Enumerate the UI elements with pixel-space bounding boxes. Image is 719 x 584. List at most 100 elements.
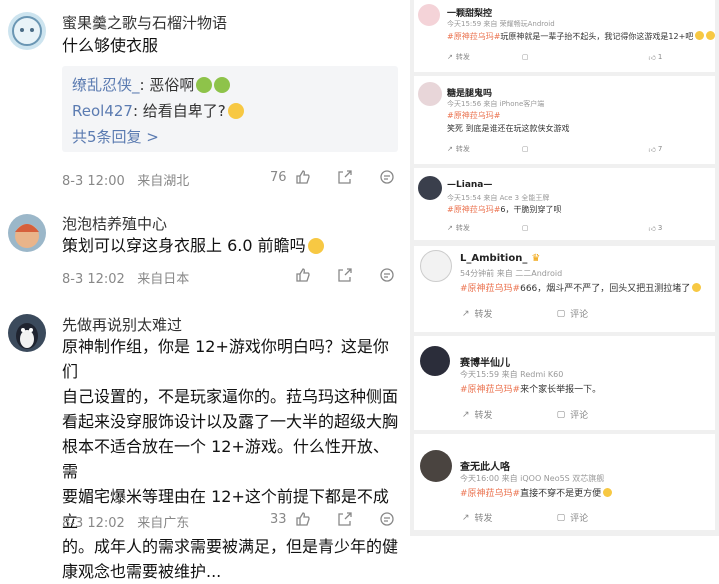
comment-date: 8-3 12:02 bbox=[62, 516, 125, 531]
comment-icon[interactable] bbox=[377, 509, 397, 529]
thumbs-up-icon[interactable] bbox=[293, 265, 313, 285]
comment-username[interactable]: L_Ambition_ ♛ bbox=[460, 253, 540, 264]
comment-icon[interactable]: ▢ bbox=[557, 513, 566, 523]
comment-body: 666，烟斗严不严了，回头又把丑测拉堵了 bbox=[520, 284, 691, 294]
comment-card: 赛博半仙儿 今天15:59 来自 Redmi K60 #原神菈乌玛#来个家长举报… bbox=[414, 336, 715, 430]
reply-separator: : bbox=[132, 102, 143, 120]
reply-username[interactable]: 缭乱忍侠_ bbox=[72, 76, 140, 94]
topic-tag[interactable]: #原神菈乌玛# bbox=[447, 111, 500, 120]
comment-label[interactable]: 评论 bbox=[570, 307, 588, 320]
comment-text: #原神菈乌玛# bbox=[447, 110, 500, 121]
repost-label[interactable]: 转发 bbox=[456, 52, 470, 62]
share-icon[interactable] bbox=[335, 509, 355, 529]
avatar[interactable] bbox=[8, 314, 46, 352]
comment-meta: 8-3 12:02 来自广东 bbox=[62, 512, 189, 531]
comment-meta: 今天16:00 来自 iQOO Neo5S 双芯旗舰 bbox=[460, 474, 605, 483]
comment-card: 一颗甜梨控 今天15:59 来自 荣耀畅玩Android #原神菈乌玛#玩原神就… bbox=[414, 0, 716, 72]
thumbs-up-icon[interactable]: 👍︎ bbox=[649, 53, 656, 62]
avatar[interactable] bbox=[8, 214, 46, 252]
reply-text: 恶俗啊 bbox=[149, 76, 195, 94]
topic-tag[interactable]: #原神菈乌玛# bbox=[460, 385, 520, 395]
comment-actions: ↗ 转发 ▢ 👍︎ 1 bbox=[447, 52, 662, 62]
comment-meta: 今天15:59 来自 Redmi K60 bbox=[460, 370, 564, 379]
comment-text-line: 康观念也需要被维护... bbox=[62, 562, 222, 581]
repost-icon[interactable]: ↗ bbox=[447, 53, 453, 61]
comment-username[interactable]: 先做再说别太难过 bbox=[62, 314, 182, 335]
comment-text-line: 根本不适合放在一个 12+游戏。什么性开放、需 bbox=[62, 437, 389, 481]
repost-label[interactable]: 转发 bbox=[475, 408, 493, 421]
comment-username[interactable]: 糖是腿鬼吗 bbox=[447, 86, 492, 99]
comment-actions: ↗ 转发 ▢ 👍︎ 7 bbox=[447, 144, 662, 154]
thumbs-up-icon[interactable]: 👍︎ bbox=[649, 224, 656, 233]
repost-icon[interactable]: ↗ bbox=[447, 145, 453, 153]
share-icon[interactable] bbox=[335, 167, 355, 187]
share-icon[interactable] bbox=[335, 265, 355, 285]
comment-meta: 8-3 12:00 来自湖北 bbox=[62, 170, 189, 189]
comment-icon[interactable] bbox=[377, 167, 397, 187]
repost-icon[interactable]: ↗ bbox=[447, 224, 453, 232]
comment-card: 糖是腿鬼吗 今天15:56 来自 iPhone客户端 #原神菈乌玛# 笑死 到底… bbox=[414, 76, 715, 164]
comment-meta: 8-3 12:02 来自日本 bbox=[62, 268, 189, 287]
avatar[interactable] bbox=[418, 176, 442, 200]
comment-text: 什么够使衣服 bbox=[62, 36, 159, 55]
crown-icon: ♛ bbox=[531, 253, 541, 264]
comment-body: 直接不穿不是更方便 bbox=[520, 489, 602, 499]
thumbs-up-emoji-icon bbox=[307, 238, 324, 254]
comment-username[interactable]: 泡泡桔养殖中心 bbox=[62, 213, 167, 234]
view-replies-link[interactable]: 共5条回复 > bbox=[72, 126, 159, 147]
repost-label[interactable]: 转发 bbox=[456, 223, 470, 233]
comment-icon[interactable]: ▢ bbox=[522, 224, 529, 232]
comment-icon[interactable]: ▢ bbox=[522, 145, 529, 153]
comment-text: 原神制作组，你是 12+游戏你明白吗？这是你们 自己设置的，不是玩家逼你的。菈乌… bbox=[62, 334, 402, 584]
comment-actions: 76 bbox=[270, 167, 397, 187]
comment-text-line: 看起来没穿服饰设计以及露了一大半的超级大胸 bbox=[62, 412, 399, 431]
comment-icon[interactable]: ▢ bbox=[557, 309, 566, 319]
topic-tag[interactable]: #原神菈乌玛# bbox=[447, 32, 500, 41]
comment-meta: 今天15:54 来自 Ace 3 全能王牌 bbox=[447, 194, 550, 202]
crying-emoji-icon bbox=[603, 488, 613, 497]
comment-location: 来自广东 bbox=[137, 516, 190, 531]
comment-username[interactable]: 一颗甜梨控 bbox=[447, 6, 492, 19]
repost-label[interactable]: 转发 bbox=[475, 307, 493, 320]
like-count: 33 bbox=[270, 511, 287, 527]
comment-username[interactable]: —Liana— bbox=[447, 180, 492, 190]
avatar[interactable] bbox=[420, 250, 452, 282]
repost-icon[interactable]: ↗ bbox=[462, 513, 470, 523]
topic-tag[interactable]: #原神菈乌玛# bbox=[447, 205, 500, 214]
avatar[interactable] bbox=[418, 82, 442, 106]
reply-username[interactable]: Reol427 bbox=[72, 102, 133, 120]
topic-tag[interactable]: #原神菈乌玛# bbox=[460, 284, 520, 294]
repost-label[interactable]: 转发 bbox=[456, 144, 470, 154]
comment-icon[interactable] bbox=[377, 265, 397, 285]
comment-text-line: 自己设置的，不是玩家逼你的。菈乌玛这种侧面 bbox=[62, 387, 399, 406]
comment-username[interactable]: 蜜果羹之歌与石榴汁物语 bbox=[62, 12, 227, 33]
comment-icon[interactable]: ▢ bbox=[522, 53, 529, 61]
like-count: 76 bbox=[270, 169, 287, 185]
avatar[interactable] bbox=[8, 12, 46, 50]
thumbs-up-icon[interactable] bbox=[293, 509, 313, 529]
username-text: L_Ambition_ bbox=[460, 253, 528, 264]
repost-icon[interactable]: ↗ bbox=[462, 309, 470, 319]
avatar[interactable] bbox=[420, 450, 452, 482]
comment-meta: 54分钟前 来自 二二Android bbox=[460, 269, 563, 278]
reply-preview: 缭乱忍侠_: 恶俗啊 Reol427: 给看自卑了? 共5条回复 > bbox=[62, 66, 398, 152]
avatar[interactable] bbox=[418, 4, 440, 26]
avatar[interactable] bbox=[420, 346, 450, 376]
repost-label[interactable]: 转发 bbox=[475, 511, 493, 524]
comment-text: #原神菈乌玛#直接不穿不是更方便 bbox=[460, 486, 613, 499]
comment-text-line: 原神制作组，你是 12+游戏你明白吗？这是你们 bbox=[62, 337, 389, 381]
thumbs-up-icon[interactable]: 👍︎ bbox=[649, 145, 656, 154]
comment-label[interactable]: 评论 bbox=[570, 408, 588, 421]
grin-emoji-icon bbox=[706, 31, 716, 40]
comment-label[interactable]: 评论 bbox=[570, 511, 588, 524]
thumbs-up-icon[interactable] bbox=[293, 167, 313, 187]
comment-icon[interactable]: ▢ bbox=[557, 410, 566, 420]
reply-text: 给看自卑了? bbox=[142, 102, 226, 120]
comment-actions: 33 bbox=[270, 509, 397, 529]
comment-body: 6，干脆别穿了呗 bbox=[500, 205, 562, 214]
repost-icon[interactable]: ↗ bbox=[462, 410, 470, 420]
comment-text: #原神菈乌玛#来个家长举报一下。 bbox=[460, 382, 601, 395]
comment-username[interactable]: 查无此人咯 bbox=[460, 458, 510, 473]
comment-username[interactable]: 赛博半仙儿 bbox=[460, 354, 510, 369]
topic-tag[interactable]: #原神菈乌玛# bbox=[460, 489, 520, 499]
